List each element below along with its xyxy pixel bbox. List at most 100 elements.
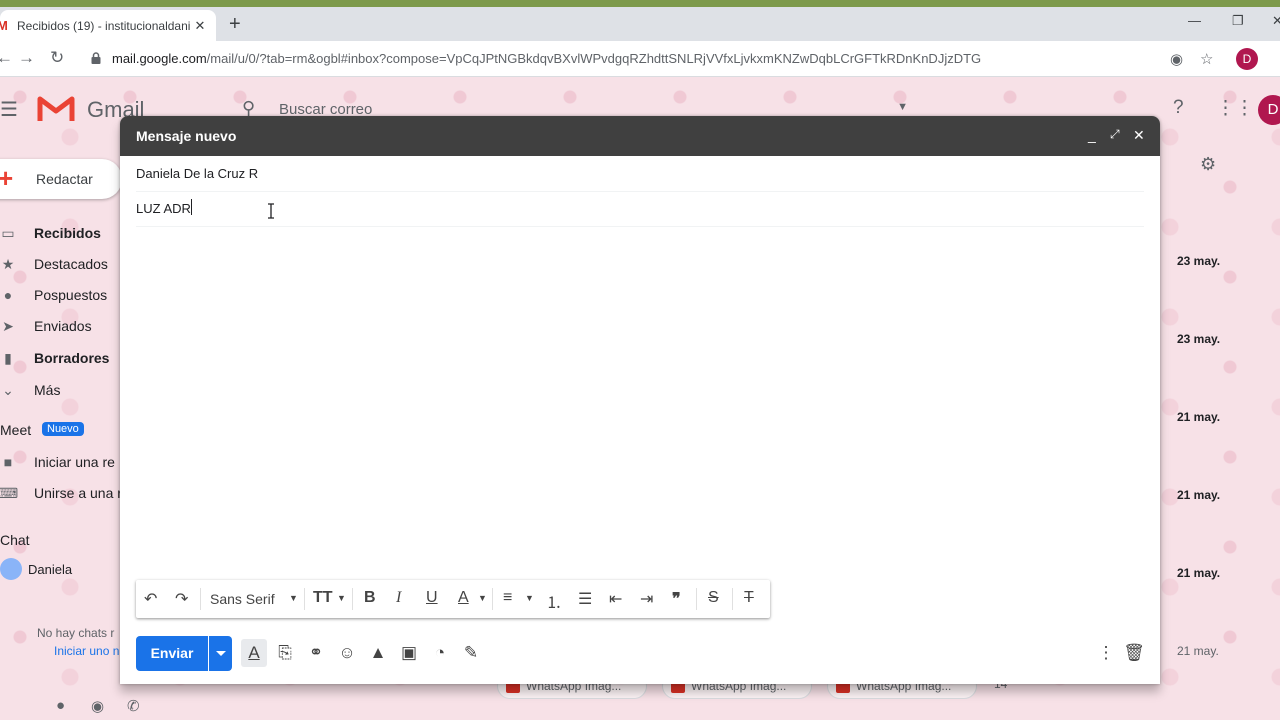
minimize-icon[interactable]: _: [1088, 127, 1096, 143]
insert-photo-icon[interactable]: ▣: [398, 643, 420, 663]
phone-icon[interactable]: ✆: [127, 697, 140, 715]
insert-link-icon[interactable]: ⚭: [305, 643, 327, 663]
send-button[interactable]: Enviar: [136, 636, 208, 671]
bookmark-star-icon[interactable]: ☆: [1200, 50, 1213, 68]
address-bar[interactable]: mail.google.com/mail/u/0/?tab=rm&ogbl#in…: [112, 51, 981, 66]
new-badge: Nuevo: [42, 422, 84, 436]
to-field[interactable]: Daniela De la Cruz R: [136, 156, 1144, 192]
sidebar-item-inbox[interactable]: ▭ Recibidos: [0, 220, 124, 246]
attach-file-icon[interactable]: ⎘: [274, 643, 296, 663]
chevron-down-icon[interactable]: ▼: [289, 593, 298, 603]
meet-item-label: Unirse a una r: [34, 485, 122, 501]
main-menu-icon[interactable]: ☰: [0, 97, 18, 122]
bold-icon[interactable]: B: [364, 589, 376, 607]
tab-title: Recibidos (19) - institucionaldani: [17, 18, 191, 33]
chat-user-avatar: [0, 558, 22, 580]
chevron-down-icon: ⌄: [2, 381, 14, 398]
meet-join-meeting[interactable]: ⌨ Unirse a una r: [0, 480, 124, 506]
browser-profile-avatar[interactable]: D: [1236, 48, 1258, 70]
undo-icon[interactable]: ↶: [144, 589, 157, 609]
fullscreen-icon[interactable]: ⤢: [1110, 127, 1120, 142]
start-chat-link[interactable]: Iniciar uno n: [54, 644, 119, 658]
gmail-logo-icon[interactable]: [37, 93, 75, 123]
inbox-icon: ▭: [1, 224, 15, 241]
toolbar-divider: [492, 588, 493, 610]
google-drive-icon[interactable]: ▲: [367, 643, 389, 663]
reload-icon[interactable]: ↻: [50, 48, 64, 68]
font-family-select[interactable]: Sans Serif: [210, 591, 275, 607]
forward-icon[interactable]: →: [18, 48, 35, 68]
more-options-icon[interactable]: ⋮: [1095, 643, 1117, 663]
compose-title: Mensaje nuevo: [136, 128, 237, 144]
email-date: 23 may.: [1177, 332, 1221, 346]
chevron-down-icon[interactable]: ▼: [525, 593, 534, 603]
underline-icon[interactable]: U: [426, 589, 438, 607]
sidebar-item-starred[interactable]: ★ Destacados: [0, 251, 124, 277]
sidebar-item-label: Borradores: [34, 350, 110, 366]
lock-icon[interactable]: [91, 52, 101, 64]
numbered-list-icon[interactable]: ⒈: [546, 589, 562, 613]
new-tab-icon[interactable]: +: [229, 13, 241, 36]
close-window-icon[interactable]: ✕: [1272, 13, 1280, 29]
compose-label: Redactar: [36, 171, 93, 187]
indent-less-icon[interactable]: ⇤: [609, 589, 622, 609]
gmail-favicon-icon: M: [0, 17, 8, 33]
discard-trash-icon[interactable]: 🗑: [1123, 643, 1145, 663]
message-body[interactable]: [136, 228, 1144, 573]
video-camera-icon: ■: [3, 454, 13, 470]
sidebar-item-drafts[interactable]: ▮ Borradores: [0, 345, 124, 371]
text-caret: [191, 199, 192, 215]
eye-icon[interactable]: ◉: [1170, 50, 1183, 68]
sidebar-item-sent[interactable]: ➤ Enviados: [0, 313, 124, 339]
toolbar-divider: [352, 588, 353, 610]
confidential-mode-icon[interactable]: ◔: [429, 643, 451, 663]
subject-text: LUZ ADR: [136, 201, 191, 216]
chevron-down-icon[interactable]: ▼: [478, 593, 487, 603]
meet-start-meeting[interactable]: ■ Iniciar una re: [0, 449, 124, 475]
browser-tab-gmail[interactable]: M Recibidos (19) - institucionaldani ✕: [0, 10, 216, 41]
text-format-icon[interactable]: A: [243, 643, 265, 663]
tab-bar: M Recibidos (19) - institucionaldani ✕ +…: [0, 7, 1280, 41]
email-date: 21 may.: [1177, 566, 1221, 580]
emoji-icon[interactable]: ☺: [336, 643, 358, 663]
remove-formatting-icon[interactable]: T: [744, 589, 754, 607]
chat-user[interactable]: Daniela: [0, 557, 124, 581]
minimize-window-icon[interactable]: —: [1188, 13, 1201, 28]
sidebar-item-more[interactable]: ⌄ Más: [0, 377, 124, 403]
compose-button[interactable]: + Redactar: [0, 159, 122, 199]
email-date: 21 may.: [1177, 410, 1221, 424]
quote-icon[interactable]: ❞: [672, 589, 681, 609]
align-icon[interactable]: ≡: [503, 589, 512, 607]
text-color-icon[interactable]: A: [458, 589, 469, 607]
hangouts-icon[interactable]: ◉: [91, 697, 104, 715]
close-icon[interactable]: ✕: [1133, 127, 1145, 144]
search-options-icon[interactable]: ▼: [897, 101, 908, 113]
no-chats-text: No hay chats r: [37, 626, 115, 640]
sidebar-item-snoozed[interactable]: ● Pospuestos: [0, 282, 124, 308]
clock-icon: ●: [3, 287, 13, 303]
bulleted-list-icon[interactable]: ☰: [578, 589, 592, 609]
redo-icon[interactable]: ↷: [175, 589, 188, 609]
chevron-down-icon[interactable]: ▼: [337, 593, 346, 603]
font-size-icon[interactable]: TT: [313, 589, 333, 607]
restore-window-icon[interactable]: ❐: [1232, 13, 1244, 29]
subject-field[interactable]: LUZ ADR: [136, 191, 1144, 227]
meet-item-label: Iniciar una re: [34, 454, 115, 470]
account-avatar[interactable]: D: [1258, 95, 1280, 125]
tab-close-icon[interactable]: ✕: [192, 18, 208, 34]
star-icon: ★: [1, 255, 15, 272]
recipient-name: Daniela De la Cruz R: [136, 166, 259, 181]
help-icon[interactable]: ?: [1173, 97, 1184, 119]
contacts-icon[interactable]: ●: [56, 697, 65, 714]
url-path: /mail/u/0/?tab=rm&ogbl#inbox?compose=VpC…: [206, 51, 982, 66]
indent-more-icon[interactable]: ⇥: [640, 589, 653, 609]
back-icon[interactable]: ←: [0, 48, 13, 68]
schedule-send-dropdown[interactable]: [209, 636, 232, 671]
strikethrough-icon[interactable]: S: [708, 589, 719, 607]
sidebar-item-label: Más: [34, 382, 61, 398]
signature-pen-icon[interactable]: ✎: [460, 643, 482, 663]
formatting-toolbar: ↶ ↷ Sans Serif ▼ TT ▼ B I U A ▼ ≡ ▼ ⒈ ☰ …: [136, 580, 770, 618]
apps-grid-icon[interactable]: ⋮⋮: [1216, 97, 1254, 120]
compose-header[interactable]: Mensaje nuevo _ ⤢ ✕: [120, 116, 1160, 156]
italic-icon[interactable]: I: [396, 589, 401, 607]
